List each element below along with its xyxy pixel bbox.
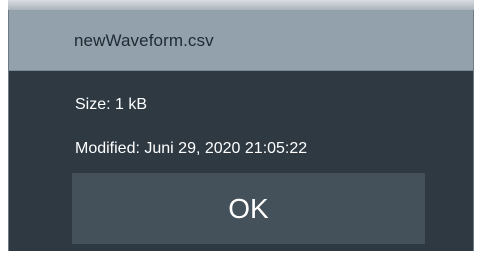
ok-button-label: OK [228, 192, 269, 224]
file-modified-label: Modified: Juni 29, 2020 21:05:22 [75, 140, 308, 157]
screen: newWaveform.csv Size: 1 kB Modified: Jun… [0, 0, 481, 258]
dialog-header: newWaveform.csv [9, 10, 473, 71]
dialog-title: newWaveform.csv [74, 31, 214, 50]
file-info-dialog: newWaveform.csv Size: 1 kB Modified: Jun… [8, 10, 474, 251]
file-size-label: Size: 1 kB [75, 96, 148, 113]
background-sliver [8, 0, 474, 10]
ok-button[interactable]: OK [72, 173, 425, 244]
